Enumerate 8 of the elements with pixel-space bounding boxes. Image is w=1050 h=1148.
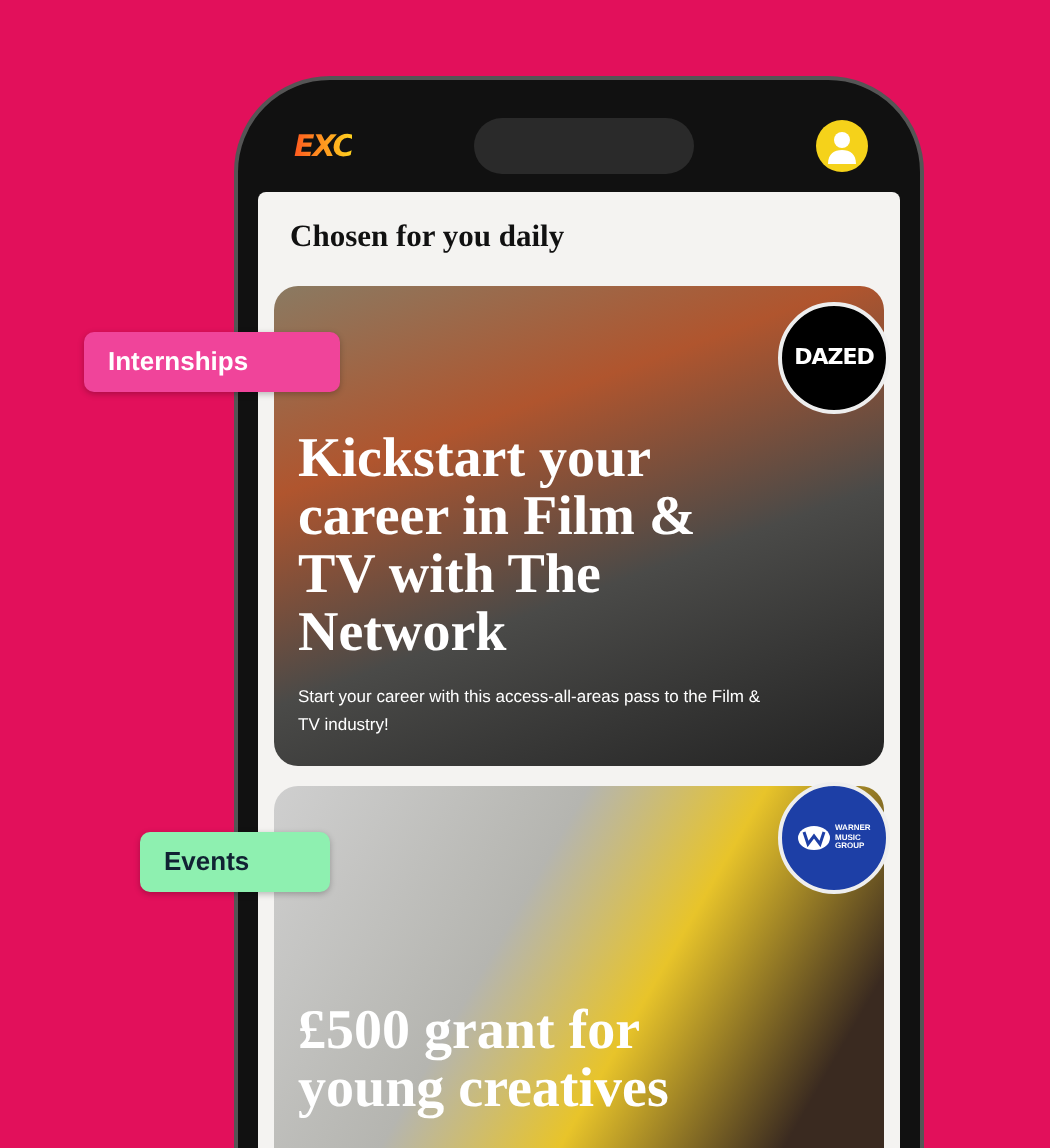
card-title: £500 grant for young creatives [298,1001,671,1118]
card-description: Start your career with this access-all-areas pass to the Film & TV industry! [298,683,762,738]
avatar-icon[interactable] [815,120,868,172]
category-tag: Events [140,832,330,891]
section-title: Chosen for you daily [290,220,567,258]
category-tag: Internships [84,332,340,391]
w-emblem-icon [797,826,829,850]
card-title: Kickstart your career in Film & TV with The Network [298,429,698,662]
